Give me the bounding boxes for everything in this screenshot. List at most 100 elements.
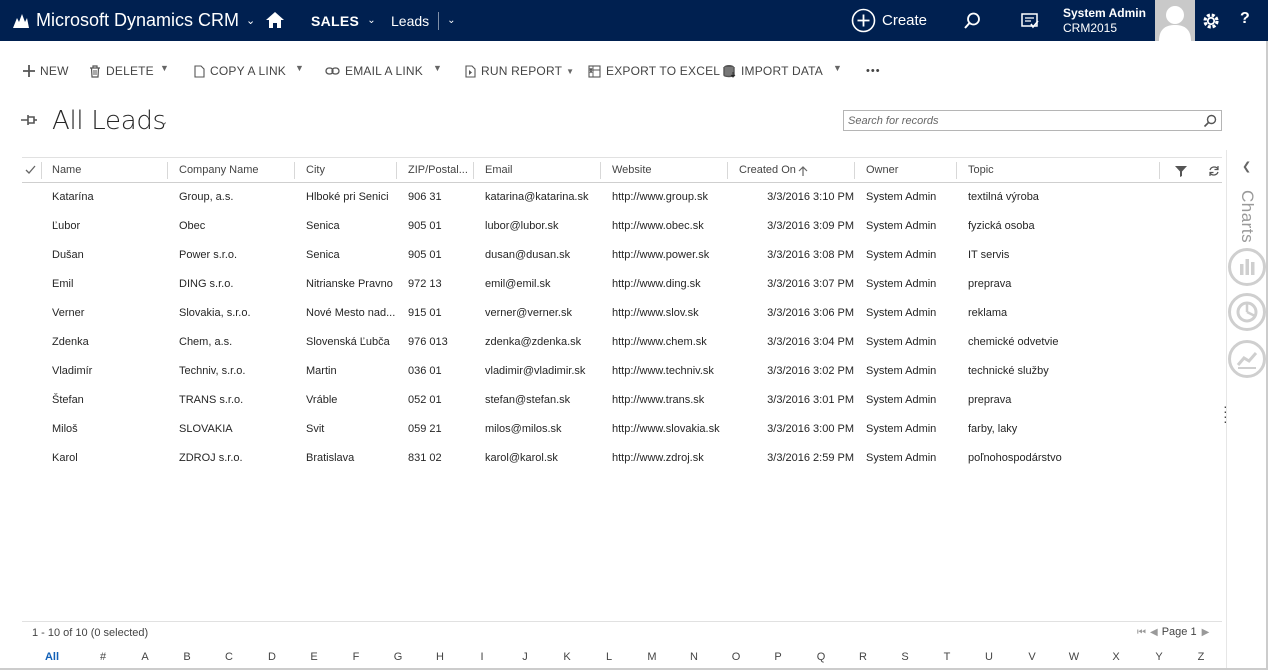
letter-filter[interactable]: B [183,651,190,663]
cell-name[interactable]: Ľubor [52,212,167,241]
letter-filter[interactable]: Y [1155,651,1162,663]
table-row[interactable]: Zdenka Chem, a.s. Slovenská Ľubča 976 01… [22,328,1222,357]
cell-website[interactable]: http://www.group.sk [612,183,727,212]
cell-email[interactable]: vladimir@vladimir.sk [485,357,600,386]
table-row[interactable]: Verner Slovakia, s.r.o. Nové Mesto nad..… [22,299,1222,328]
previous-page-icon[interactable]: ◀ [1150,627,1158,638]
cell-name[interactable]: Zdenka [52,328,167,357]
letter-filter[interactable]: C [225,651,233,663]
cell-website[interactable]: http://www.power.sk [612,241,727,270]
view-title[interactable]: All Leads [52,106,166,136]
cell-owner[interactable]: System Admin [866,328,956,357]
cell-website[interactable]: http://www.zdroj.sk [612,444,727,473]
run-report-button[interactable]: RUN REPORT ▼ [465,63,574,79]
letter-filter[interactable]: L [606,651,612,663]
chevron-down-icon[interactable]: ⌄ [447,15,455,26]
cell-website[interactable]: http://www.slovakia.sk [612,415,727,444]
search-icon[interactable] [1203,114,1217,128]
letter-filter[interactable]: F [353,651,360,663]
table-row[interactable]: Dušan Power s.r.o. Senica 905 01 dusan@d… [22,241,1222,270]
cell-website[interactable]: http://www.trans.sk [612,386,727,415]
copy-link-dropdown-icon[interactable]: ▼ [295,63,304,73]
import-data-dropdown-icon[interactable]: ▼ [833,63,842,73]
letter-filter[interactable]: U [985,651,993,663]
letter-filter[interactable]: D [268,651,276,663]
import-data-button[interactable]: IMPORT DATA [723,63,823,79]
letter-filter[interactable]: O [732,651,741,663]
column-header-email[interactable]: Email [477,158,513,183]
cell-name[interactable]: Dušan [52,241,167,270]
refresh-icon[interactable] [1208,165,1220,177]
cell-owner[interactable]: System Admin [866,183,956,212]
cell-website[interactable]: http://www.chem.sk [612,328,727,357]
entity-selector[interactable]: Leads ⌄ [391,0,456,41]
table-row[interactable]: Ľubor Obec Senica 905 01 lubor@lubor.sk … [22,212,1222,241]
splitter-handle-icon[interactable]: · · · · [1223,399,1228,428]
cell-owner[interactable]: System Admin [866,357,956,386]
table-row[interactable]: Emil DING s.r.o. Nitrianske Pravno 972 1… [22,270,1222,299]
cell-name[interactable]: Vladimír [52,357,167,386]
cell-email[interactable]: milos@milos.sk [485,415,600,444]
column-header-name[interactable]: Name [44,158,81,183]
cell-website[interactable]: http://www.obec.sk [612,212,727,241]
table-row[interactable]: Vladimír Techniv, s.r.o. Martin 036 01 v… [22,357,1222,386]
column-header-company[interactable]: Company Name [171,158,258,183]
search-input[interactable] [844,111,1194,131]
gear-icon[interactable] [1201,11,1221,31]
delete-dropdown-icon[interactable]: ▼ [160,63,169,73]
letter-filter[interactable]: T [944,651,951,663]
letter-filter[interactable]: E [310,651,317,663]
select-all-checkmark-icon[interactable] [25,165,36,175]
create-button[interactable]: Create [851,0,927,41]
letter-filter[interactable]: Z [1198,651,1205,663]
email-link-dropdown-icon[interactable]: ▼ [433,63,442,73]
letter-filter[interactable]: I [480,651,483,663]
cell-email[interactable]: zdenka@zdenka.sk [485,328,600,357]
first-page-icon[interactable]: ⏮ [1137,627,1146,638]
tasks-icon[interactable] [1020,11,1040,31]
pin-icon[interactable] [20,113,38,127]
letter-filter-all[interactable]: All [45,651,59,663]
cell-email[interactable]: lubor@lubor.sk [485,212,600,241]
cell-website[interactable]: http://www.techniv.sk [612,357,727,386]
delete-button[interactable]: DELETE [89,63,154,79]
letter-filter[interactable]: R [859,651,867,663]
letter-filter[interactable]: M [647,651,656,663]
cell-email[interactable]: stefan@stefan.sk [485,386,600,415]
cell-name[interactable]: Karol [52,444,167,473]
search-icon[interactable] [962,11,982,31]
letter-filter[interactable]: H [436,651,444,663]
cell-owner[interactable]: System Admin [866,212,956,241]
cell-email[interactable]: emil@emil.sk [485,270,600,299]
letter-filter[interactable]: # [100,651,106,663]
cell-website[interactable]: http://www.slov.sk [612,299,727,328]
table-row[interactable]: Katarína Group, a.s. Hlboké pri Senici 9… [22,183,1222,212]
help-button[interactable]: ? [1240,10,1250,28]
home-icon[interactable] [265,11,285,29]
letter-filter[interactable]: G [394,651,403,663]
cell-owner[interactable]: System Admin [866,299,956,328]
user-info[interactable]: System Admin CRM2015 [1063,6,1146,36]
cell-name[interactable]: Miloš [52,415,167,444]
copy-link-button[interactable]: COPY A LINK [194,63,286,79]
letter-filter[interactable]: Q [817,651,826,663]
letter-filter[interactable]: A [141,651,148,663]
letter-filter[interactable]: N [690,651,698,663]
filter-icon[interactable] [1175,165,1187,177]
cell-owner[interactable]: System Admin [866,386,956,415]
cell-owner[interactable]: System Admin [866,270,956,299]
letter-filter[interactable]: K [563,651,570,663]
line-chart-icon[interactable] [1228,340,1266,378]
chevron-left-icon[interactable]: ❮ [1242,160,1251,173]
app-switcher[interactable]: Microsoft Dynamics CRM ⌄ [12,0,255,41]
table-row[interactable]: Miloš SLOVAKIA Svit 059 21 milos@milos.s… [22,415,1222,444]
letter-filter[interactable]: W [1069,651,1079,663]
new-button[interactable]: NEW [23,63,69,79]
column-header-zip[interactable]: ZIP/Postal... [400,158,468,183]
column-header-city[interactable]: City [298,158,325,183]
cell-name[interactable]: Katarína [52,183,167,212]
export-excel-button[interactable]: EXPORT TO EXCEL [588,63,720,79]
cell-email[interactable]: verner@verner.sk [485,299,600,328]
cell-owner[interactable]: System Admin [866,444,956,473]
avatar[interactable] [1155,0,1195,41]
